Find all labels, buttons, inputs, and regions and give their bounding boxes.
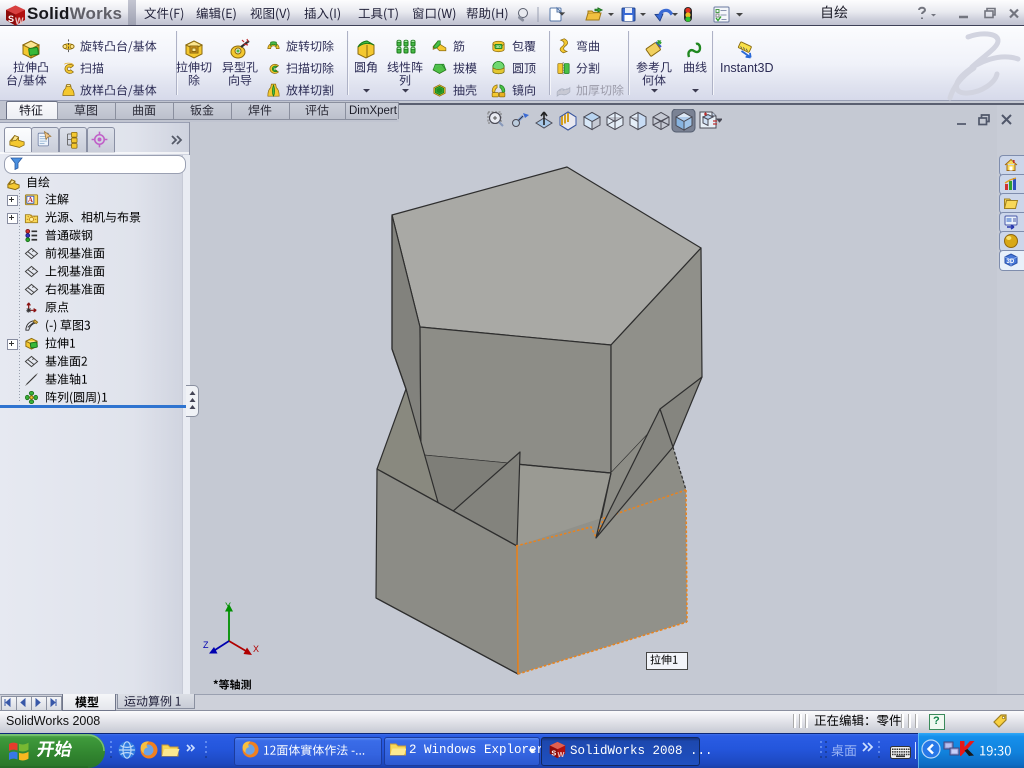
svg-text:W: W [558, 750, 565, 759]
svg-text:3D: 3D [1007, 259, 1015, 265]
svg-text:S: S [8, 14, 14, 24]
svg-text:3D: 3D [496, 44, 501, 49]
svg-text:Z: Z [203, 640, 209, 650]
svg-text:S: S [551, 748, 556, 757]
svg-text:X: X [253, 644, 259, 654]
svg-text:Y: Y [225, 601, 231, 611]
svg-text:W: W [15, 16, 24, 26]
